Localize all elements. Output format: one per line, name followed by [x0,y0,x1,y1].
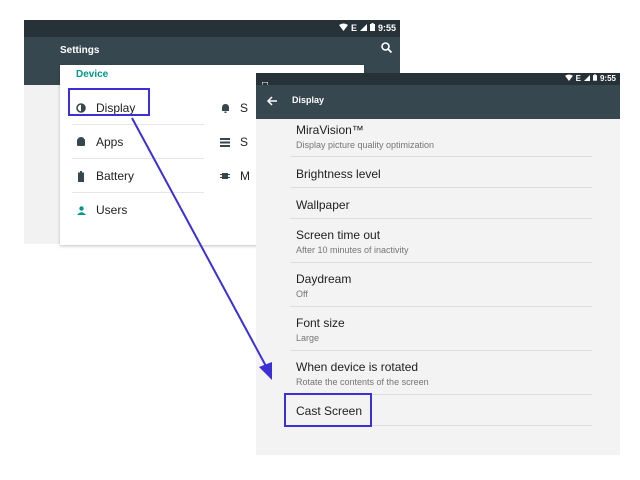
pref-summary: Rotate the contents of the screen [296,377,429,387]
pref-font-size[interactable]: Font size Large [296,316,345,344]
pref-title: Screen time out [296,228,381,242]
settings-item-apps[interactable]: Apps [66,127,123,157]
network-type-label: E [350,23,357,33]
divider [290,218,592,219]
signal-icon [583,74,590,83]
divider [72,158,204,159]
divider [290,262,592,263]
settings-item-sound[interactable]: S [210,93,248,123]
pref-title: MiraVision™ [296,123,364,137]
pref-device-rotated[interactable]: When device is rotated Rotate the conten… [296,360,429,388]
cast-screen-highlight-box [284,393,372,427]
back-arrow-icon[interactable] [266,94,278,106]
divider [290,350,592,351]
divider [290,156,592,157]
pref-wallpaper[interactable]: Wallpaper [296,198,350,212]
battery-status-icon [592,74,597,83]
pref-title: When device is rotated [296,360,419,374]
settings-item-storage[interactable]: S [210,127,248,157]
settings-item-label: S [240,135,249,149]
page-title: Display [292,95,325,105]
pref-summary: Off [296,289,308,299]
status-time: 9:55 [377,23,396,33]
settings-item-battery[interactable]: Battery [66,161,134,191]
settings-item-label: Battery [96,169,135,183]
wifi-icon [338,23,348,33]
network-type-label: E [575,74,581,83]
settings-item-memory[interactable]: M [210,161,250,191]
memory-icon [210,171,240,181]
settings-item-users[interactable]: Users [66,195,127,225]
pref-title: Wallpaper [296,198,350,212]
android-icon [66,137,96,147]
settings-item-label: Apps [96,135,124,149]
storage-icon [210,137,240,147]
bell-icon [210,103,240,113]
divider [290,306,592,307]
search-icon[interactable] [380,41,394,55]
pref-title: Font size [296,316,345,330]
status-icons: E 9:55 [338,23,396,33]
page-title: Settings [60,45,100,56]
pref-summary: After 10 minutes of inactivity [296,245,409,255]
pref-brightness-level[interactable]: Brightness level [296,167,381,181]
pref-daydream[interactable]: Daydream Off [296,272,351,300]
settings-item-label: S [240,101,249,115]
status-icons: E 9:55 [564,74,616,83]
settings-item-label: M [240,169,250,183]
status-bar: E 9:55 [256,73,620,89]
display-highlight-box [68,88,150,116]
pref-title: Brightness level [296,167,381,181]
signal-icon [359,23,367,33]
divider [72,124,204,125]
battery-status-icon [369,23,375,33]
divider [290,187,592,188]
battery-icon [66,170,96,182]
pref-title: Daydream [296,272,352,286]
section-header-device: Device [76,69,109,80]
wifi-icon [564,74,573,83]
status-bar: E 9:55 [24,20,400,37]
settings-item-label: Users [96,203,128,217]
status-time: 9:55 [599,74,616,83]
pref-summary: Display picture quality optimization [296,140,435,150]
pref-miravision[interactable]: MiraVision™ Display picture quality opti… [296,123,434,151]
pref-screen-time-out[interactable]: Screen time out After 10 minutes of inac… [296,228,409,256]
person-icon [66,205,96,215]
pref-summary: Large [296,333,320,343]
divider [72,192,204,193]
